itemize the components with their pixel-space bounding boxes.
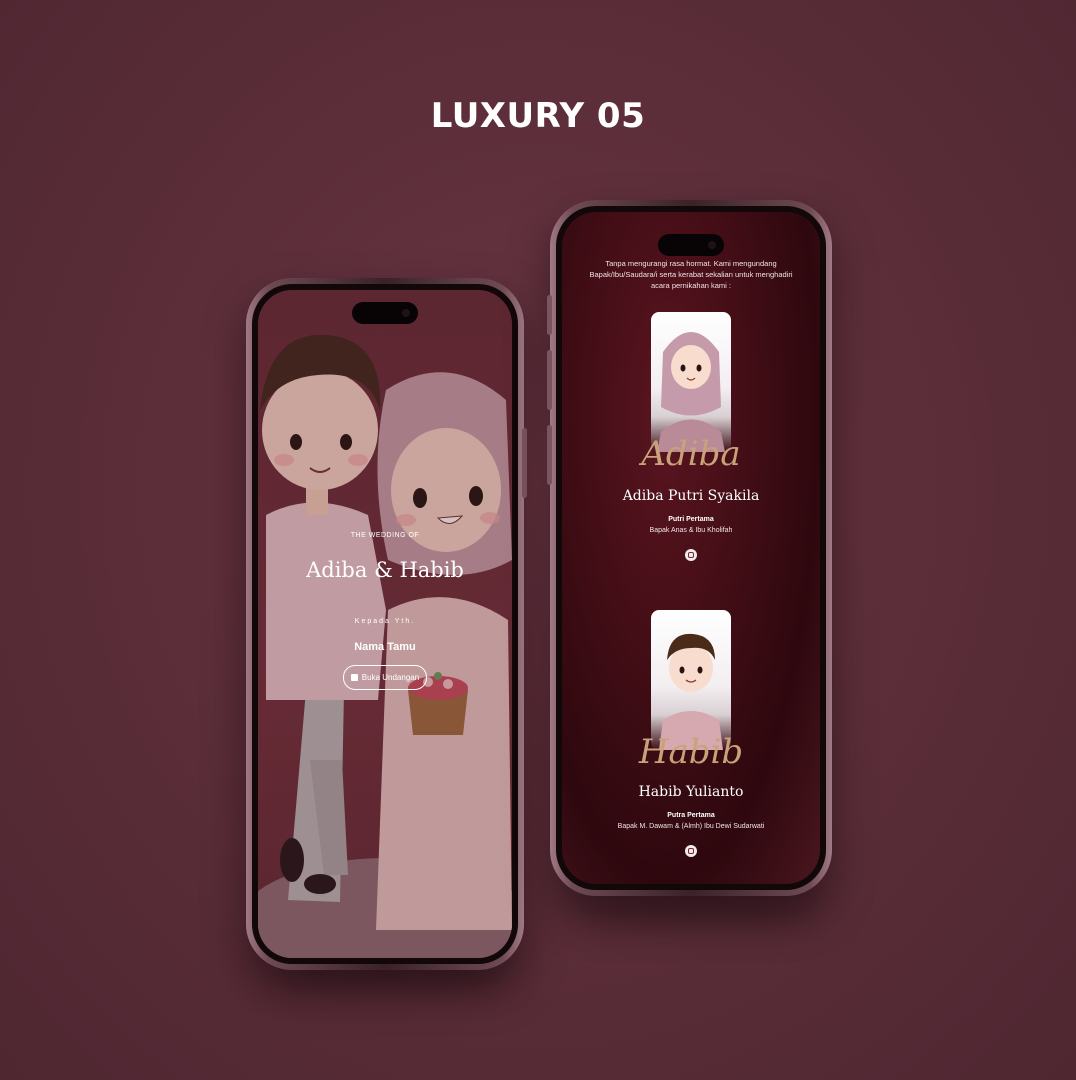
guest-name: Nama Tamu: [354, 641, 416, 653]
groom-script-name: Habib: [638, 732, 744, 772]
groom-full-name: Habib Yulianto: [638, 784, 744, 800]
side-button: [547, 295, 552, 335]
open-invitation-button[interactable]: Buka Undangan: [343, 665, 427, 690]
groom-parents: Bapak M. Dawam & (Almh) Ibu Dewi Sudarwa…: [617, 823, 765, 830]
couple-title: Adiba & Habib: [306, 558, 464, 582]
invitation-paragraph: Tanpa mengurangi rasa hormat. Kami mengu…: [589, 259, 793, 290]
bride-portrait: [651, 312, 731, 452]
groom-role: Putra Pertama: [667, 812, 715, 819]
groom-avatar: [659, 633, 723, 750]
wedding-kicker: THE WEDDING OF: [350, 532, 420, 539]
couple-screen: Tanpa mengurangi rasa hormat. Kami mengu…: [562, 212, 820, 884]
cover-screen: THE WEDDING OF Adiba & Habib Kepada Yth.…: [258, 290, 512, 958]
bride-script-name: Adiba: [641, 434, 741, 474]
groom-portrait: [651, 610, 731, 750]
bride-avatar: [657, 332, 725, 452]
side-button: [547, 350, 552, 410]
envelope-icon: [350, 674, 358, 681]
instagram-icon[interactable]: [685, 549, 697, 561]
side-button: [522, 428, 527, 498]
dynamic-island: [352, 302, 418, 324]
open-invitation-label: Buka Undangan: [361, 673, 420, 682]
instagram-icon[interactable]: [685, 845, 697, 857]
phone-left: THE WEDDING OF Adiba & Habib Kepada Yth.…: [246, 278, 527, 970]
bride-full-name: Adiba Putri Syakila: [622, 488, 760, 504]
bride-parents: Bapak Anas & Ibu Kholifah: [649, 527, 733, 534]
dynamic-island: [658, 234, 724, 256]
recipient-label: Kepada Yth.: [354, 618, 416, 625]
page-heading: LUXURY 05: [430, 96, 646, 136]
side-button: [547, 425, 552, 485]
phone-right: Tanpa mengurangi rasa hormat. Kami mengu…: [547, 200, 832, 896]
bride-role: Putri Pertama: [668, 516, 714, 523]
